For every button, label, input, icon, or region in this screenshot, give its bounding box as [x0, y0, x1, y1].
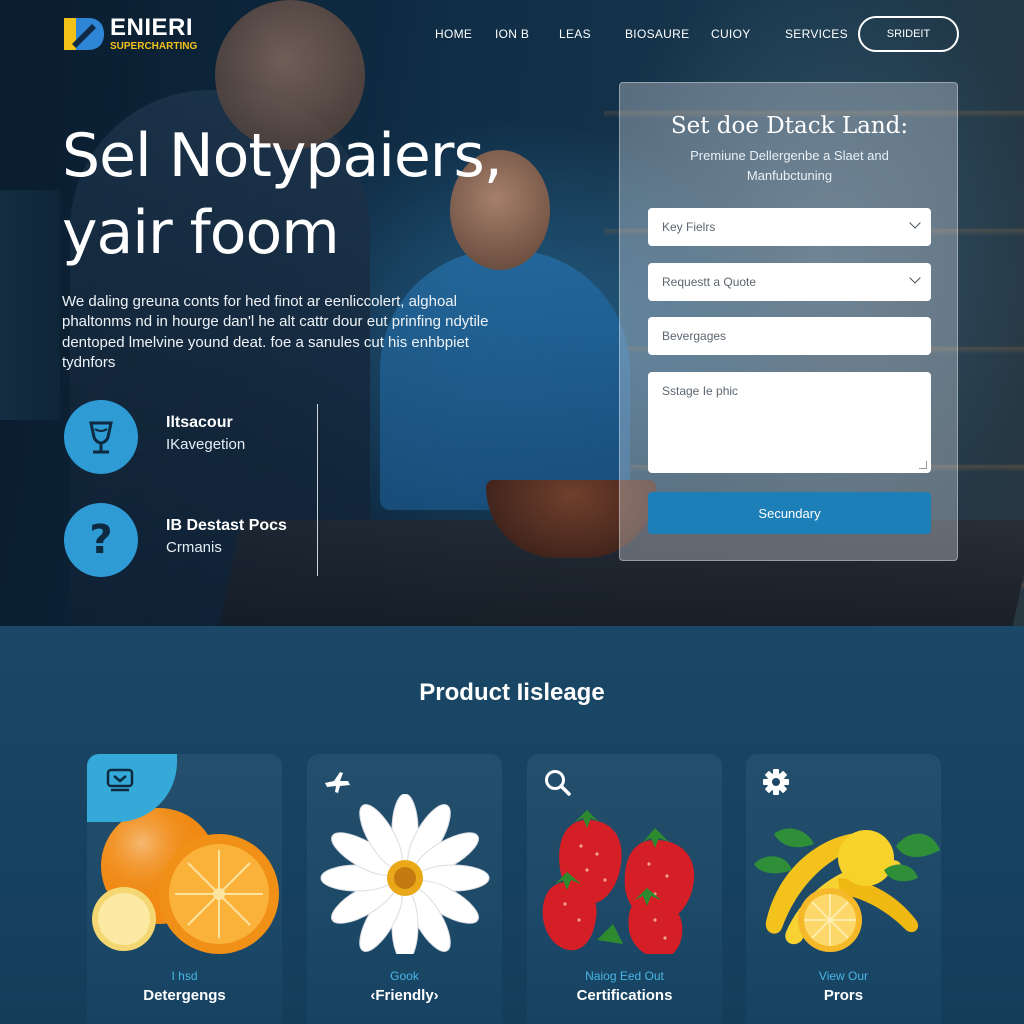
hero-feature-1-sub: IKavegetion	[166, 436, 246, 453]
nav-item-2[interactable]: ION B	[495, 27, 529, 41]
search-icon	[537, 762, 577, 802]
product-card-certifications[interactable]: Naiog Eed Out Certifications	[527, 754, 722, 1024]
chevron-down-icon	[909, 217, 921, 229]
message-textarea-placeholder: Sstage Ie phic	[662, 384, 739, 398]
nav-item-5[interactable]: CUIOY	[711, 27, 751, 41]
hero-title-line-1: Sel Notypaiers,	[62, 121, 503, 191]
card-name: Certifications	[576, 987, 673, 1004]
hero-feature-2-sub: Crmanis	[166, 539, 222, 556]
beverages-input[interactable]: Bevergages	[648, 317, 931, 355]
card-name: ‹Friendly›	[370, 987, 439, 1004]
logo-mark-icon	[64, 18, 104, 50]
hero-copy: We daling greuna conts for hed finot ar …	[62, 293, 489, 371]
product-card-detergents[interactable]: I hsd Detergengs	[87, 754, 282, 1024]
gear-icon	[756, 762, 796, 802]
feature-divider	[317, 404, 318, 576]
message-textarea[interactable]: Sstage Ie phic	[648, 372, 931, 473]
brand-tagline: SUPERCHARTING	[110, 41, 198, 52]
hero-feature-2: ? IB Destast Pocs Crmanis	[64, 503, 324, 577]
card-name: Prors	[823, 987, 864, 1004]
nav-item-4[interactable]: BIOSAURE	[625, 27, 689, 41]
hero-title: Sel Notypaiers, yair foom	[62, 118, 582, 272]
products-title: Product Iisleage	[419, 679, 605, 706]
card-kicker: View Our	[818, 969, 869, 983]
flower-image	[307, 793, 502, 963]
hero-section: ENIERI SUPERCHARTING HOME ION B LEAS BIO…	[0, 0, 1024, 626]
submit-button[interactable]: Secundary	[648, 492, 931, 534]
request-quote-select[interactable]: Requestt a Quote	[648, 263, 931, 301]
product-card-prors[interactable]: View Our Prors	[746, 754, 941, 1024]
resize-grip-icon[interactable]	[919, 461, 927, 469]
card-kicker: Naiog Eed Out	[585, 969, 664, 983]
nav-item-3[interactable]: LEAS	[559, 27, 591, 41]
brand-name: ENIERI	[110, 14, 194, 41]
strawberry-image	[527, 794, 722, 959]
key-fields-select-value: Key Fielrs	[662, 220, 716, 234]
beverages-input-placeholder: Bevergages	[662, 329, 727, 343]
form-subtitle: Premiune Dellergenbe a Slaet and Manfubc…	[690, 148, 889, 183]
goblet-icon	[64, 400, 138, 474]
form-title: Set doe Dtack Land:	[670, 113, 909, 139]
chevron-down-icon	[909, 272, 921, 284]
card-kicker: Gook	[390, 969, 419, 983]
banana-image	[746, 794, 941, 954]
product-card-friendly[interactable]: Gook ‹Friendly›	[307, 754, 502, 1024]
nav-item-services[interactable]: SERVICES	[785, 27, 848, 41]
nav-cta-button[interactable]: SRIDEIT	[858, 16, 959, 52]
request-quote-select-value: Requestt a Quote	[662, 275, 757, 289]
plane-icon	[317, 762, 357, 802]
key-fields-select[interactable]: Key Fielrs	[648, 208, 931, 246]
hero-feature-2-title: IB Destast Pocs	[166, 517, 287, 534]
nav-item-home[interactable]: HOME	[435, 27, 472, 41]
hero-title-line-2: yair foom	[62, 197, 340, 268]
question-icon: ?	[64, 503, 138, 577]
products-section: Product Iisleage I hsd Detergengs Gook ‹…	[0, 626, 1024, 1024]
quote-form: Set doe Dtack Land: Premiune Dellergenbe…	[619, 82, 958, 561]
hero-feature-1: Iltsacour IKavegetion	[64, 400, 324, 474]
brand-logo[interactable]: ENIERI SUPERCHARTING	[62, 14, 202, 56]
card-kicker: I hsd	[171, 969, 198, 983]
hero-feature-1-title: Iltsacour	[166, 414, 233, 431]
card-name: Detergengs	[143, 987, 226, 1004]
